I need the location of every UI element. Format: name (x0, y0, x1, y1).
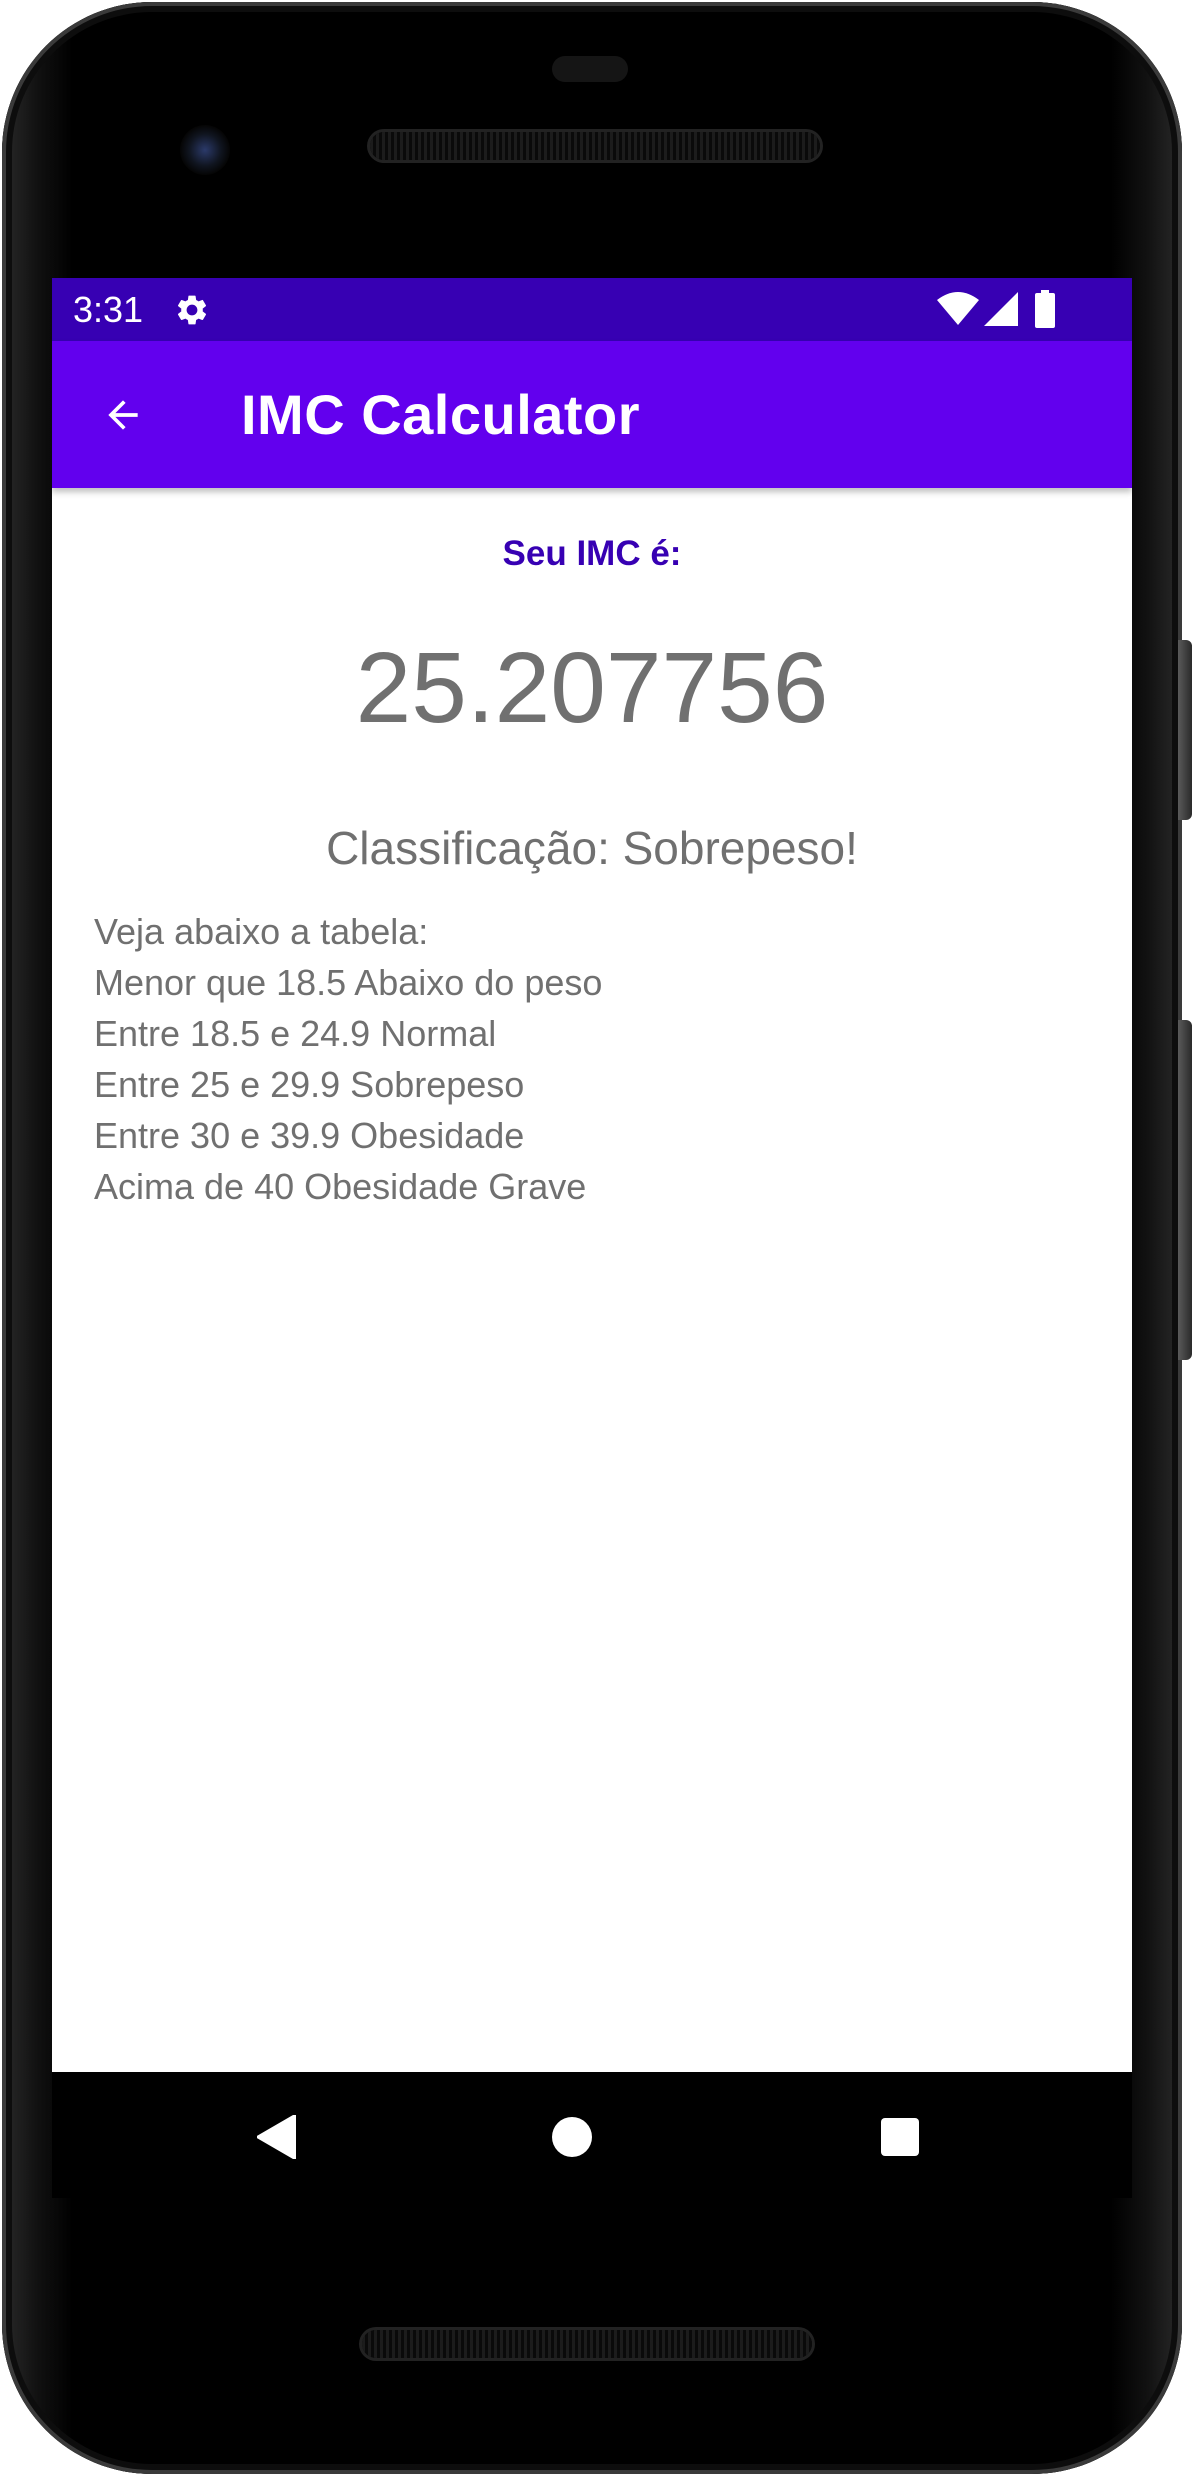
battery-icon (1035, 290, 1055, 328)
table-heading: Veja abaixo a tabela: (94, 911, 429, 952)
arrow-left-icon[interactable] (100, 393, 146, 437)
imc-label: Seu IMC é: (502, 534, 682, 573)
screen: 3:31 IMC Calculator Seu IMC é: 25.207756… (52, 278, 1132, 2072)
earpiece-speaker (370, 132, 820, 160)
table-row: Acima de 40 Obesidade Grave (94, 1166, 587, 1207)
front-camera-icon (180, 125, 230, 175)
status-bar: 3:31 (52, 278, 1132, 341)
classification-text: Classificação: Sobrepeso! (326, 822, 858, 874)
nav-recents-icon[interactable] (881, 2118, 919, 2156)
table-row: Entre 18.5 e 24.9 Normal (94, 1013, 497, 1054)
app-title: IMC Calculator (241, 383, 641, 446)
gear-icon (177, 295, 207, 325)
app-bar: IMC Calculator (52, 341, 1132, 488)
table-row: Entre 25 e 29.9 Sobrepeso (94, 1064, 525, 1105)
volume-button (1178, 1020, 1192, 1360)
signal-icon (984, 292, 1018, 326)
proximity-sensor (552, 56, 628, 82)
bottom-speaker (362, 2330, 812, 2358)
imc-value: 25.207756 (355, 632, 829, 744)
nav-back-icon[interactable] (257, 2115, 297, 2159)
imc-table: Veja abaixo a tabela: Menor que 18.5 Aba… (94, 906, 602, 1212)
power-button (1178, 640, 1192, 820)
phone-frame: 3:31 IMC Calculator Seu IMC é: 25.207756… (0, 0, 1194, 2480)
status-time: 3:31 (73, 289, 144, 330)
wifi-icon (937, 292, 979, 325)
table-row: Menor que 18.5 Abaixo do peso (94, 962, 603, 1003)
navigation-bar (52, 2072, 1132, 2198)
table-row: Entre 30 e 39.9 Obesidade (94, 1115, 525, 1156)
nav-home-icon[interactable] (552, 2117, 592, 2157)
